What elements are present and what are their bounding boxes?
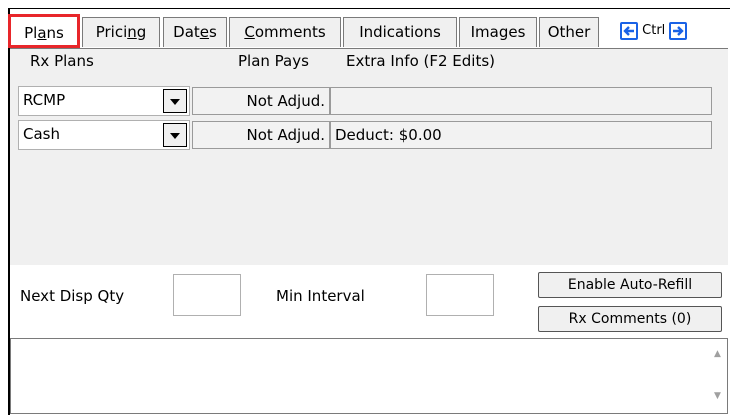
comments-memo[interactable]: ▲ ▼ [10,338,728,414]
tab-images-label: Images [470,23,526,41]
enable-auto-refill-button[interactable]: Enable Auto-Refill [538,272,722,298]
tab-other[interactable]: Other [539,17,599,47]
ctrl-label: Ctrl [642,23,666,38]
tab-pricing[interactable]: Pricing [82,17,160,47]
tab-indications-label: Indications [359,23,441,41]
tab-comments[interactable]: Comments [229,17,341,47]
plan-pays-cell: Not Adjud. [192,121,330,149]
header-plan-pays: Plan Pays [238,52,309,70]
scroll-down-icon[interactable]: ▼ [714,391,721,401]
chevron-down-icon[interactable] [163,123,187,147]
plans-panel [10,48,728,265]
tab-dates-label-c: s [209,23,217,41]
plan-select-rcmp[interactable]: RCMP [18,86,190,116]
min-interval-label: Min Interval [276,287,365,305]
tab-dates-label-b: e [199,23,210,41]
tab-other-label: Other [547,23,591,41]
tab-images[interactable]: Images [459,17,537,47]
tab-plans[interactable]: Plans [8,14,80,48]
next-disp-qty-input[interactable] [173,274,241,316]
scroll-up-icon[interactable]: ▲ [714,349,721,359]
tab-pricing-label-a: Prici [95,23,128,41]
extra-info-cell[interactable]: Deduct: $0.00 [330,121,712,149]
next-tab-arrow-icon[interactable] [669,21,688,40]
tab-plans-label-a: Pl [24,24,38,42]
chevron-down-icon[interactable] [163,89,187,113]
memo-scrollbar[interactable]: ▲ ▼ [709,339,727,413]
tab-comments-label-b: C [244,23,255,41]
plan-select-cash[interactable]: Cash [18,120,190,150]
tab-comments-label-c: omments [254,23,326,41]
tab-bar: Plans Pricing Dates Comments Indications… [8,14,730,48]
header-rx-plans: Rx Plans [30,52,94,70]
header-extra-info: Extra Info (F2 Edits) [346,52,496,70]
tab-plans-label-b: a [37,24,47,42]
tab-pricing-label-c: g [136,23,147,41]
extra-info-cell[interactable] [330,87,712,115]
tab-pricing-label-b: n [127,23,137,41]
plan-select-value: Cash [23,125,60,143]
tab-dates[interactable]: Dates [163,17,227,47]
plan-select-value: RCMP [23,91,66,109]
next-disp-qty-label: Next Disp Qty [20,287,125,305]
plan-pays-cell: Not Adjud. [192,87,330,115]
prev-tab-arrow-icon[interactable] [620,21,638,40]
rx-comments-button[interactable]: Rx Comments (0) [538,306,722,332]
min-interval-input[interactable] [426,274,494,316]
tab-nav: Ctrl [620,20,688,42]
tab-indications[interactable]: Indications [343,17,457,47]
tab-plans-label-c: ns [46,24,64,42]
tab-dates-label-a: Dat [173,23,200,41]
